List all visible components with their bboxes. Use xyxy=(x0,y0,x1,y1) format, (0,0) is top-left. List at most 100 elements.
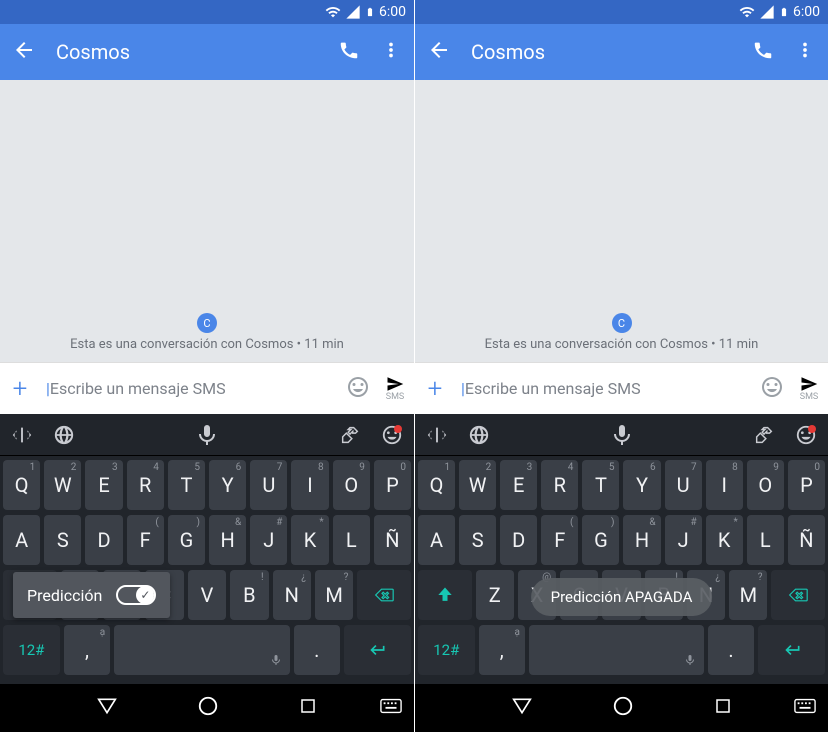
globe-icon[interactable] xyxy=(467,423,491,447)
key-s[interactable]: S xyxy=(459,515,496,565)
key-z[interactable]: Z xyxy=(476,570,514,620)
kb-toolbar xyxy=(415,414,828,456)
key-e[interactable]: 3E xyxy=(500,460,537,510)
nav-recents-button[interactable] xyxy=(299,697,317,719)
key-a[interactable]: A xyxy=(418,515,455,565)
emoji-kb-icon[interactable] xyxy=(794,423,818,447)
prediction-toggle[interactable] xyxy=(116,585,156,605)
overflow-button[interactable] xyxy=(380,39,402,65)
key-y[interactable]: 6Y xyxy=(623,460,660,510)
key-q[interactable]: 1Q xyxy=(418,460,455,510)
message-input[interactable]: |Escribe un mensaje SMS xyxy=(461,379,748,398)
nav-keyboard-button[interactable] xyxy=(380,698,402,718)
key-h[interactable]: &H xyxy=(623,515,660,565)
key-ñ[interactable]: Ñ xyxy=(374,515,411,565)
key-k[interactable]: *K xyxy=(291,515,328,565)
nav-recents-button[interactable] xyxy=(714,697,732,719)
nav-keyboard-button[interactable] xyxy=(794,698,816,718)
key-w[interactable]: 2W xyxy=(44,460,81,510)
key-y[interactable]: 6Y xyxy=(209,460,246,510)
avatar: C xyxy=(197,313,217,333)
key-i[interactable]: 8I xyxy=(291,460,328,510)
nav-back-button[interactable] xyxy=(512,696,532,720)
key-u[interactable]: 7U xyxy=(250,460,287,510)
key-d[interactable]: D xyxy=(85,515,122,565)
key-j[interactable]: #J xyxy=(665,515,702,565)
send-button[interactable]: SMS xyxy=(796,375,822,402)
space-key[interactable] xyxy=(114,625,289,675)
key-g[interactable]: )G xyxy=(168,515,205,565)
key-j[interactable]: #J xyxy=(250,515,287,565)
nav-home-button[interactable] xyxy=(197,695,219,721)
call-button[interactable] xyxy=(752,39,774,65)
emoji-button[interactable] xyxy=(346,375,370,403)
attach-button[interactable]: + xyxy=(6,374,34,404)
key-n[interactable]: ¿N xyxy=(273,570,311,620)
emoji-kb-icon[interactable] xyxy=(380,423,404,447)
key-b[interactable]: !B xyxy=(230,570,268,620)
key-a[interactable]: A xyxy=(3,515,40,565)
enter-key[interactable] xyxy=(758,625,825,675)
key-v[interactable]: V xyxy=(188,570,226,620)
app-bar: Cosmos xyxy=(0,24,414,80)
key-i[interactable]: 8I xyxy=(706,460,743,510)
overflow-button[interactable] xyxy=(794,39,816,65)
key-k[interactable]: *K xyxy=(706,515,743,565)
back-button[interactable] xyxy=(427,38,451,66)
key-g[interactable]: )G xyxy=(582,515,619,565)
keyboard: 1Q2W3E4R5T6Y7U8I9O0P ASD(F)G&H#J*KLÑ Z@X… xyxy=(415,414,828,684)
theme-icon[interactable] xyxy=(752,423,776,447)
key-r[interactable]: 4R xyxy=(541,460,578,510)
key-h[interactable]: &H xyxy=(209,515,246,565)
symbols-key[interactable]: 12# xyxy=(418,625,475,675)
comma-key[interactable]: ạ, xyxy=(64,625,110,675)
period-key[interactable]: . xyxy=(294,625,340,675)
message-input[interactable]: |Escribe un mensaje SMS xyxy=(46,379,334,398)
symbols-key[interactable]: 12# xyxy=(3,625,60,675)
nav-back-button[interactable] xyxy=(97,696,117,720)
emoji-button[interactable] xyxy=(760,375,784,403)
cursor-mode-icon[interactable] xyxy=(10,423,34,447)
backspace-key[interactable] xyxy=(357,570,411,620)
backspace-key[interactable] xyxy=(771,570,825,620)
key-q[interactable]: 1Q xyxy=(3,460,40,510)
key-l[interactable]: L xyxy=(333,515,370,565)
enter-key[interactable] xyxy=(344,625,411,675)
theme-icon[interactable] xyxy=(338,423,362,447)
prediction-popup[interactable]: Predicción xyxy=(13,572,170,618)
globe-icon[interactable] xyxy=(52,423,76,447)
key-o[interactable]: 9O xyxy=(747,460,784,510)
key-r[interactable]: 4R xyxy=(127,460,164,510)
wifi-icon xyxy=(739,4,755,20)
key-p[interactable]: 0P xyxy=(788,460,825,510)
key-d[interactable]: D xyxy=(500,515,537,565)
cursor-mode-icon[interactable] xyxy=(425,423,449,447)
nav-bar xyxy=(0,684,414,732)
key-s[interactable]: S xyxy=(44,515,81,565)
comma-key[interactable]: ạ, xyxy=(479,625,525,675)
key-o[interactable]: 9O xyxy=(333,460,370,510)
period-key[interactable]: . xyxy=(708,625,754,675)
key-m[interactable]: ?M xyxy=(729,570,767,620)
touchpal-icon[interactable] xyxy=(195,423,219,447)
key-m[interactable]: ?M xyxy=(315,570,353,620)
key-t[interactable]: 5T xyxy=(582,460,619,510)
back-button[interactable] xyxy=(12,38,36,66)
nav-home-button[interactable] xyxy=(612,695,634,721)
key-t[interactable]: 5T xyxy=(168,460,205,510)
space-key[interactable] xyxy=(529,625,704,675)
key-e[interactable]: 3E xyxy=(85,460,122,510)
attach-button[interactable]: + xyxy=(421,374,449,404)
key-ñ[interactable]: Ñ xyxy=(788,515,825,565)
key-w[interactable]: 2W xyxy=(459,460,496,510)
call-button[interactable] xyxy=(338,39,360,65)
key-f[interactable]: (F xyxy=(127,515,164,565)
send-button[interactable]: SMS xyxy=(382,375,408,402)
kb-row-4: 12# ạ, . xyxy=(3,625,411,675)
key-u[interactable]: 7U xyxy=(665,460,702,510)
touchpal-icon[interactable] xyxy=(610,423,634,447)
key-f[interactable]: (F xyxy=(541,515,578,565)
shift-key-active[interactable] xyxy=(418,570,472,620)
key-l[interactable]: L xyxy=(747,515,784,565)
key-p[interactable]: 0P xyxy=(374,460,411,510)
